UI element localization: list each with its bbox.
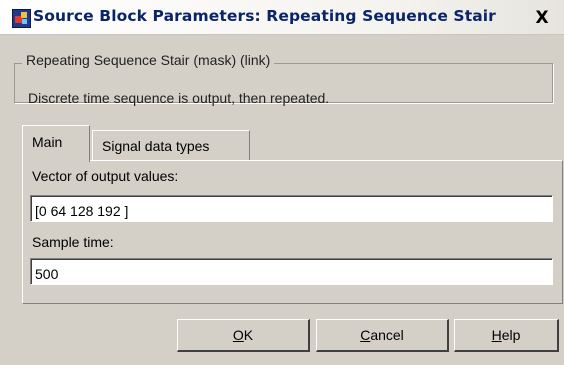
window-title: Source Block Parameters: Repeating Seque… — [33, 7, 496, 25]
tab-label: Main — [32, 134, 63, 150]
close-button[interactable]: X — [530, 9, 554, 28]
simulink-block-icon — [12, 9, 31, 28]
ok-button[interactable]: OK — [177, 319, 310, 352]
cancel-button[interactable]: Cancel — [316, 319, 449, 352]
title-bar[interactable]: Source Block Parameters: Repeating Seque… — [0, 0, 564, 35]
tab-label: Signal data types — [102, 138, 210, 154]
tab-main[interactable]: Main — [22, 125, 90, 162]
group-legend: Repeating Sequence Stair (mask) (link) — [22, 52, 275, 68]
sample-time-label: Sample time: — [32, 234, 114, 250]
help-button[interactable]: Help — [454, 319, 559, 352]
tab-signal-data-types[interactable]: Signal data types — [92, 130, 250, 160]
vector-input[interactable] — [30, 195, 553, 222]
sample-time-input[interactable] — [30, 258, 553, 285]
block-description: Discrete time sequence is output, then r… — [28, 90, 330, 106]
vector-label: Vector of output values: — [32, 168, 179, 184]
dialog-window: Source Block Parameters: Repeating Seque… — [0, 0, 564, 365]
